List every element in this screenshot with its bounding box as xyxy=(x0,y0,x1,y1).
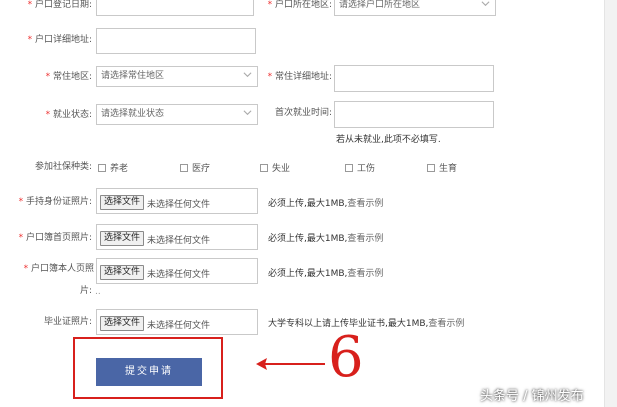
chevron-down-icon xyxy=(481,1,490,7)
view-example-link[interactable]: 查看示例 xyxy=(347,269,383,279)
upload-hukou-self-field[interactable]: 选择文件 未选择任何文件 xyxy=(96,258,258,284)
hukou-region-select[interactable]: 请选择户口所在地区 xyxy=(334,0,496,16)
upload-id-photo-label: * 手持身份证照片: xyxy=(18,197,92,207)
upload-diploma-label: 毕业证照片: xyxy=(43,317,92,327)
view-example-link[interactable]: 查看示例 xyxy=(347,199,383,209)
employment-status-select[interactable]: 请选择就业状态 xyxy=(96,104,258,125)
employment-status-label: * 就业状态: xyxy=(45,110,92,120)
upload-id-photo-field[interactable]: 选择文件 未选择任何文件 xyxy=(96,188,258,214)
separator-dots: .. xyxy=(95,287,101,297)
upload-hukou-first-label: * 户口簿首页照片: xyxy=(18,233,92,243)
checkbox-square[interactable] xyxy=(345,163,353,172)
file-status-text: 未选择任何文件 xyxy=(147,270,211,280)
chevron-down-icon xyxy=(243,72,252,78)
checkbox-maternity[interactable]: 生育 xyxy=(427,161,457,174)
upload-id-photo-note: 必须上传,最大1MB,查看示例 xyxy=(268,199,384,209)
view-example-link[interactable]: 查看示例 xyxy=(428,319,464,329)
annotation-arrow-icon xyxy=(256,358,325,370)
checkbox-work-injury[interactable]: 工伤 xyxy=(345,161,375,174)
hukou-address-input[interactable] xyxy=(96,28,256,54)
file-status-text: 未选择任何文件 xyxy=(147,236,211,246)
file-status-text: 未选择任何文件 xyxy=(147,321,211,331)
upload-hukou-self-label: * 户口簿本人页照 xyxy=(23,264,94,274)
first-employment-label: 首次就业时间: xyxy=(274,108,332,118)
checkbox-medical[interactable]: 医疗 xyxy=(180,161,210,174)
residence-region-select[interactable]: 请选择常住地区 xyxy=(96,66,258,87)
upload-hukou-self-note: 必须上传,最大1MB,查看示例 xyxy=(268,269,384,279)
residence-address-label: * 常住详细地址: xyxy=(267,72,332,82)
checkbox-square[interactable] xyxy=(427,163,435,172)
residence-address-input[interactable] xyxy=(334,65,494,92)
checkbox-pension[interactable]: 养老 xyxy=(98,161,128,174)
application-form-page: * 户口登记日期: * 户口所在地区: 请选择户口所在地区 * 户口详细地址: … xyxy=(0,0,605,407)
residence-region-label: * 常住地区: xyxy=(45,72,92,82)
register-date-input[interactable] xyxy=(96,0,254,16)
checkbox-unemployment[interactable]: 失业 xyxy=(260,161,290,174)
hukou-region-label: * 户口所在地区: xyxy=(267,0,332,10)
hukou-address-label: * 户口详细地址: xyxy=(27,35,92,45)
chevron-down-icon xyxy=(243,110,252,116)
social-insurance-label: 参加社保种类: xyxy=(34,162,92,172)
checkbox-square[interactable] xyxy=(98,163,106,172)
first-employment-input[interactable] xyxy=(334,101,494,128)
first-employment-note: 若从未就业,此项不必填写. xyxy=(336,135,441,145)
upload-hukou-first-note: 必须上传,最大1MB,查看示例 xyxy=(268,234,384,244)
upload-hukou-first-field[interactable]: 选择文件 未选择任何文件 xyxy=(96,224,258,250)
register-date-label: * 户口登记日期: xyxy=(27,0,92,10)
watermark-text: 头条号 / 锦州发布 xyxy=(480,389,584,404)
checkbox-square[interactable] xyxy=(260,163,268,172)
checkbox-square[interactable] xyxy=(180,163,188,172)
choose-file-button[interactable]: 选择文件 xyxy=(100,316,145,331)
file-status-text: 未选择任何文件 xyxy=(147,200,211,210)
upload-diploma-note: 大学专科以上请上传毕业证书,最大1MB,查看示例 xyxy=(268,319,465,329)
view-example-link[interactable]: 查看示例 xyxy=(347,234,383,244)
choose-file-button[interactable]: 选择文件 xyxy=(100,231,145,246)
upload-diploma-field[interactable]: 选择文件 未选择任何文件 xyxy=(96,309,258,335)
annotation-step-number: 6 xyxy=(328,325,364,390)
scrollbar-track[interactable] xyxy=(604,0,617,407)
upload-hukou-self-label-cont: 片: xyxy=(79,286,92,296)
choose-file-button[interactable]: 选择文件 xyxy=(100,195,145,210)
choose-file-button[interactable]: 选择文件 xyxy=(100,265,145,280)
submit-application-button[interactable]: 提交申请 xyxy=(96,358,202,386)
